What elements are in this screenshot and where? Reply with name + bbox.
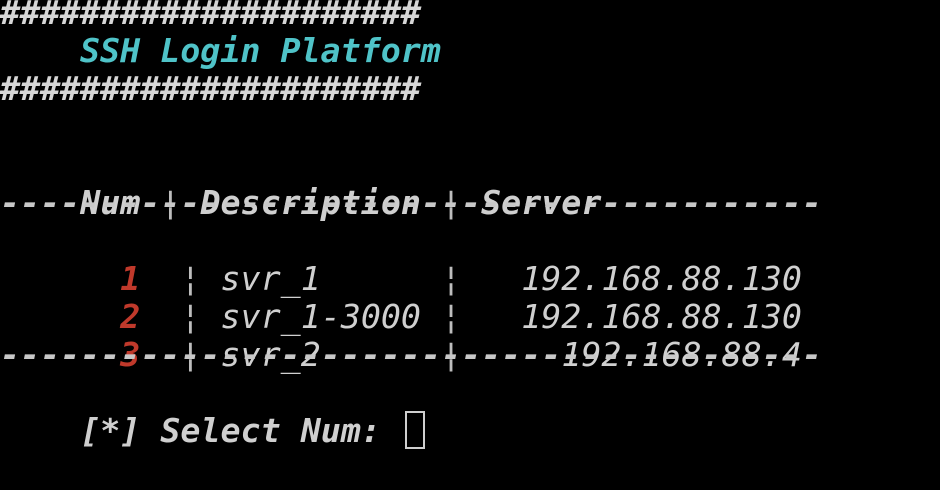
table-row[interactable]: 3 ¦ svr_2 ¦ 192.168.88.4 xyxy=(0,298,802,374)
table-row[interactable]: 1 ¦ svr_1 ¦ 192.168.88.130 xyxy=(0,222,802,298)
table-header: Num ¦ Description ¦ Server xyxy=(0,146,601,222)
terminal-cursor[interactable] xyxy=(404,410,425,449)
prompt-marker: [*] xyxy=(80,411,141,450)
table-row[interactable]: 2 ¦ svr_1-3000 ¦ 192.168.88.130 xyxy=(0,260,802,336)
banner-bottom-border: ##################### xyxy=(0,69,421,108)
banner-top-border: ##################### xyxy=(0,0,421,32)
select-prompt: [*] Select Num: xyxy=(0,374,425,450)
prompt-label: Select Num: xyxy=(160,411,381,450)
table-bottom-rule: ----------------------------------------… xyxy=(0,335,822,374)
banner-title: SSH Login Platform xyxy=(80,31,441,70)
terminal-window: ##################### SSH Login Platform… xyxy=(0,0,940,450)
table-top-rule: ----------------------------------------… xyxy=(0,183,822,222)
